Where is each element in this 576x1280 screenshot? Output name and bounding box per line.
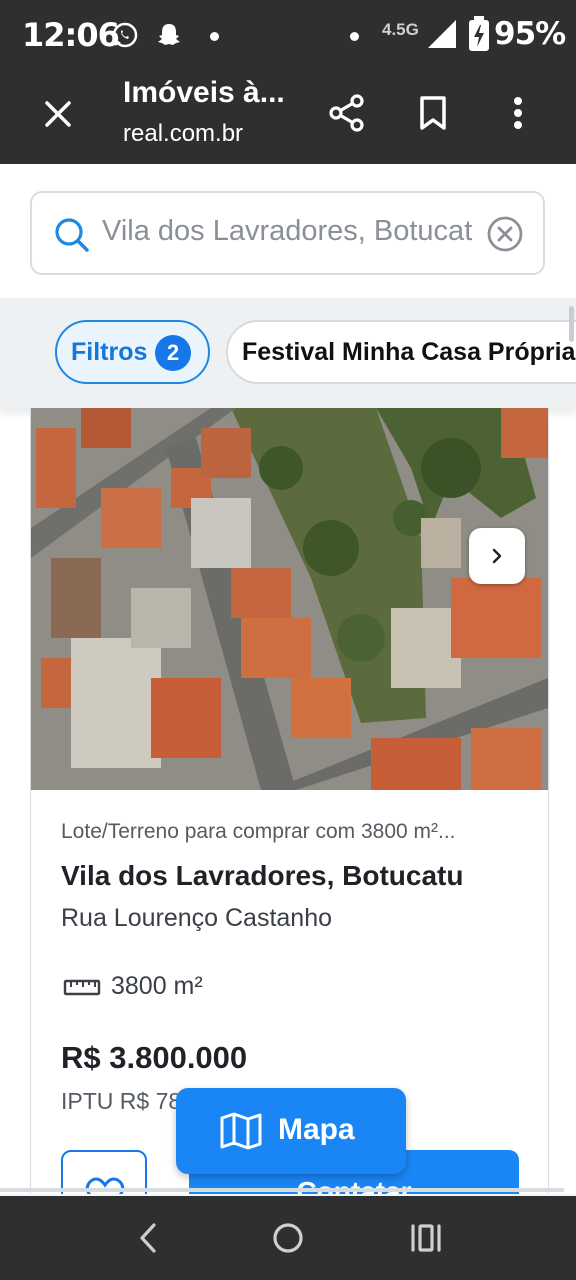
status-bar: 12:06 4.5G 95% [0,0,576,72]
chevron-right-icon [492,548,502,564]
share-button[interactable] [322,88,372,138]
map-button-label: Mapa [278,1113,355,1146]
filters-count-badge: 2 [155,335,191,371]
search-input[interactable]: Vila dos Lavradores, Botucatu [30,191,545,275]
home-icon [273,1223,303,1253]
listing-iptu: IPTU R$ 78 [61,1088,182,1114]
filters-label: Filtros [71,338,148,366]
page-url[interactable]: real.com.br [123,120,243,148]
clear-search-icon[interactable] [486,215,524,253]
whatsapp-icon [112,22,138,48]
notification-dot [210,32,219,41]
filter-bar: Filtros 2 Festival Minha Casa Própria [0,298,576,408]
back-icon [140,1223,156,1253]
recents-icon [411,1224,441,1252]
battery-icon [469,16,489,51]
next-photo-button[interactable] [469,528,525,584]
filters-button[interactable]: Filtros 2 [55,320,210,384]
search-value: Vila dos Lavradores, Botucatu [102,215,472,247]
battery-percent: 95% [494,16,566,52]
promo-filter-chip[interactable]: Festival Minha Casa Própria [226,320,576,384]
bookmark-button[interactable] [408,88,458,138]
bookmark-icon [420,96,446,130]
listing-price: R$ 3.800.000 [61,1040,248,1075]
close-button[interactable] [36,92,80,136]
map-button[interactable]: Mapa [176,1088,406,1174]
listing-photo[interactable] [31,408,548,790]
scrollbar[interactable] [569,306,574,342]
network-type: 4.5G [382,20,419,39]
snapchat-icon [158,24,180,45]
listing-neighborhood: Vila dos Lavradores, Botucatu [61,860,464,891]
back-button[interactable] [120,1216,176,1260]
more-vert-icon [514,97,522,129]
page-content: Vila dos Lavradores, Botucatu Filtros 2 … [0,164,576,1194]
browser-toolbar: Imóveis à... real.com.br [0,72,576,164]
divider [0,1188,564,1192]
signal-icon [428,20,456,48]
close-icon [45,101,71,127]
system-nav-bar [0,1196,576,1280]
recents-button[interactable] [398,1216,454,1260]
ruler-icon [63,979,101,996]
map-icon [220,1112,262,1150]
listing-type: Lote/Terreno para comprar com 3800 m²... [61,820,456,843]
share-icon [329,94,364,132]
listing-street: Rua Lourenço Castanho [61,904,333,932]
more-options-button[interactable] [496,88,540,138]
search-icon [55,218,89,252]
area-value: 3800 m² [111,972,203,1000]
promo-filter-label: Festival Minha Casa Própria [242,338,576,366]
page-title: Imóveis à... [123,76,285,109]
home-button[interactable] [260,1216,316,1260]
aerial-photo [31,408,548,790]
listing-card[interactable]: Lote/Terreno para comprar com 3800 m²...… [30,408,549,1194]
status-time: 12:06 [22,16,120,54]
notification-dot [350,32,359,41]
